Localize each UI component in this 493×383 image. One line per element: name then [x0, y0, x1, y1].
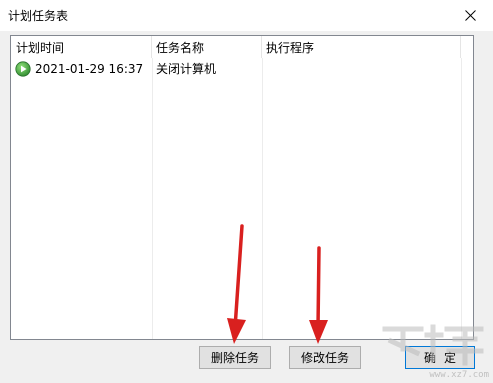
watermark-text: www.xz7.com: [429, 370, 489, 380]
time-cell: 2021-01-29 16:37: [15, 59, 143, 79]
delete-task-button[interactable]: 删除任务: [199, 346, 271, 369]
window-title: 计划任务表: [8, 9, 69, 23]
row-time: 2021-01-29 16:37: [35, 62, 144, 76]
close-button[interactable]: [447, 0, 493, 31]
column-divider: [152, 36, 153, 339]
title-bar: 计划任务表: [0, 0, 493, 31]
column-divider: [461, 36, 462, 339]
list-header: 计划时间 任务名称 执行程序: [11, 36, 473, 58]
row-task: 关闭计算机: [156, 62, 217, 76]
table-row[interactable]: 2021-01-29 16:37 关闭计算机: [11, 59, 473, 79]
modify-task-button[interactable]: 修改任务: [289, 346, 361, 369]
column-header-program[interactable]: 执行程序: [262, 36, 461, 58]
column-header-time[interactable]: 计划时间: [11, 36, 152, 58]
play-icon: [15, 61, 31, 77]
task-list[interactable]: 计划时间 任务名称 执行程序 2021-01-29 16:37 关闭计算机: [10, 35, 474, 340]
close-icon: [464, 10, 476, 21]
column-divider: [262, 36, 263, 339]
column-header-task[interactable]: 任务名称: [152, 36, 262, 58]
